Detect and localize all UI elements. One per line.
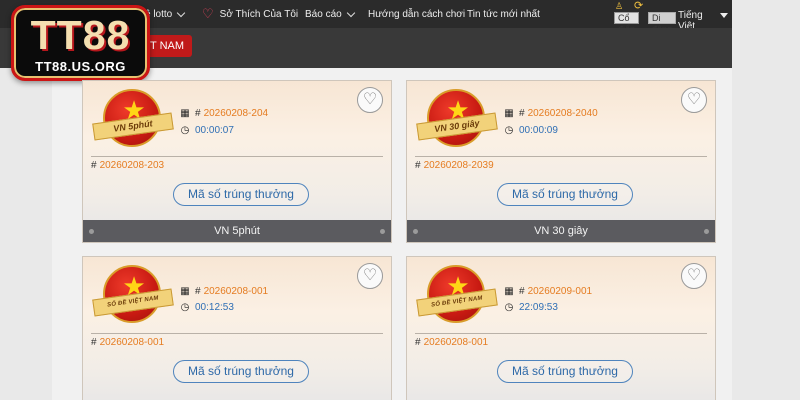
favorite-heart-button[interactable]: ♡	[681, 263, 707, 289]
favorite-heart-button[interactable]: ♡	[357, 263, 383, 289]
lottery-card[interactable]: ★ VN 30 giây ♡ ▦ #20260208-2040 ◷ 00:00:09…	[406, 80, 716, 243]
lottery-card[interactable]: ★ SỐ ĐỀ VIỆT NAM ♡ ▦ #20260208-001 ◷ 00:12…	[82, 256, 392, 400]
current-draw-number: 20260208-001	[203, 286, 269, 297]
clock-icon: ◷	[504, 125, 514, 136]
previous-draw-row: #20260208-203	[91, 160, 164, 171]
countdown-row: ◷ 00:00:07	[179, 125, 234, 136]
hash-symbol: #	[519, 108, 525, 119]
brand-logo: TT88 TT88.US.ORG	[11, 5, 150, 81]
nav-item-label: Báo cáo	[305, 8, 342, 20]
countdown-row: ◷ 00:00:09	[503, 125, 558, 136]
calendar-icon: ▦	[504, 286, 514, 297]
current-draw-row: ▦ #20260208-204	[179, 108, 268, 119]
lottery-card[interactable]: ★ SỐ ĐỀ VIỆT NAM ♡ ▦ #20260209-001 ◷ 22:09…	[406, 256, 716, 400]
clock-icon: ◷	[180, 302, 190, 313]
hash-symbol: #	[519, 286, 525, 297]
countdown-timer: 00:12:53	[195, 302, 234, 313]
hash-symbol: #	[415, 160, 421, 171]
caret-down-icon	[720, 13, 728, 18]
countdown-row: ◷ 00:12:53	[179, 302, 234, 313]
footer-dot	[380, 229, 385, 234]
nav-item-favorites[interactable]: ♡ Sở Thích Của Tôi	[202, 0, 298, 28]
calendar-icon: ▦	[180, 286, 190, 297]
footer-dot	[89, 229, 94, 234]
hash-symbol: #	[195, 286, 201, 297]
countdown-timer: 00:00:09	[519, 125, 558, 136]
previous-draw-number: 20260208-001	[99, 337, 165, 348]
previous-draw-row: #20260208-2039	[415, 160, 494, 171]
lottery-card[interactable]: ★ VN 5phút ♡ ▦ #20260208-204 ◷ 00:00:07 #2…	[82, 80, 392, 243]
calendar-icon: ▦	[180, 108, 190, 119]
favorite-heart-button[interactable]: ♡	[357, 87, 383, 113]
current-draw-row: ▦ #20260209-001	[503, 286, 592, 297]
mode-mobile-button[interactable]: Di động	[648, 12, 677, 34]
countdown-timer: 00:00:07	[195, 125, 234, 136]
countdown-timer: 22:09:53	[519, 302, 558, 313]
current-draw-number: 20260208-2040	[527, 108, 598, 119]
divider	[91, 333, 383, 334]
calendar-icon: ▦	[504, 108, 514, 119]
winning-numbers-button[interactable]: Mã số trúng thưởng	[497, 183, 633, 206]
divider	[415, 156, 707, 157]
nav-item-reports[interactable]: Báo cáo	[305, 0, 355, 28]
previous-draw-number: 20260208-2039	[423, 160, 494, 171]
current-draw-row: ▦ #20260208-2040	[503, 108, 598, 119]
previous-draw-row: #20260208-001	[91, 337, 164, 348]
previous-draw-number: 20260208-001	[423, 337, 489, 348]
winning-numbers-button[interactable]: Mã số trúng thưởng	[173, 183, 309, 206]
mode-classic-button[interactable]: Cổ điển	[614, 12, 640, 34]
card-footer[interactable]: VN 5phút	[83, 220, 391, 242]
footer-dot	[413, 229, 418, 234]
logo-domain: TT88.US.ORG	[35, 59, 126, 74]
hash-symbol: #	[91, 337, 97, 348]
nav-item-label: Sở Thích Của Tôi	[219, 8, 299, 20]
card-footer[interactable]: VN 30 giây	[407, 220, 715, 242]
card-footer-title: VN 5phút	[214, 225, 260, 237]
card-footer-title: VN 30 giây	[534, 225, 588, 237]
divider	[415, 333, 707, 334]
favorite-heart-button[interactable]: ♡	[681, 87, 707, 113]
current-draw-number: 20260208-204	[203, 108, 269, 119]
heart-icon: ♡	[202, 6, 214, 21]
nav-item-latest-news[interactable]: Tin tức mới nhất	[467, 0, 540, 28]
current-draw-row: ▦ #20260208-001	[179, 286, 268, 297]
winning-numbers-button[interactable]: Mã số trúng thưởng	[173, 360, 309, 383]
refresh-icon[interactable]: ⟳	[634, 0, 643, 12]
nav-item-how-to-play[interactable]: Hướng dẫn cách chơi	[368, 0, 465, 28]
previous-draw-row: #20260208-001	[415, 337, 488, 348]
countdown-row: ◷ 22:09:53	[503, 302, 558, 313]
nav-item-lotto[interactable]: ê lotto	[145, 0, 186, 28]
footer-dot	[704, 229, 709, 234]
previous-draw-number: 20260208-203	[99, 160, 165, 171]
hash-symbol: #	[91, 160, 97, 171]
hash-symbol: #	[415, 337, 421, 348]
clock-icon: ◷	[180, 125, 190, 136]
winning-numbers-button[interactable]: Mã số trúng thưởng	[497, 360, 633, 383]
page-margin-right	[732, 0, 800, 400]
current-draw-number: 20260209-001	[527, 286, 593, 297]
chevron-down-icon	[177, 8, 186, 17]
hash-symbol: #	[195, 108, 201, 119]
nav-item-label: Hướng dẫn cách chơi	[368, 8, 466, 20]
divider	[91, 156, 383, 157]
clock-icon: ◷	[504, 302, 514, 313]
chevron-down-icon	[346, 8, 355, 17]
nav-item-label: Tin tức mới nhất	[467, 8, 540, 20]
logo-text: TT88	[30, 12, 131, 58]
